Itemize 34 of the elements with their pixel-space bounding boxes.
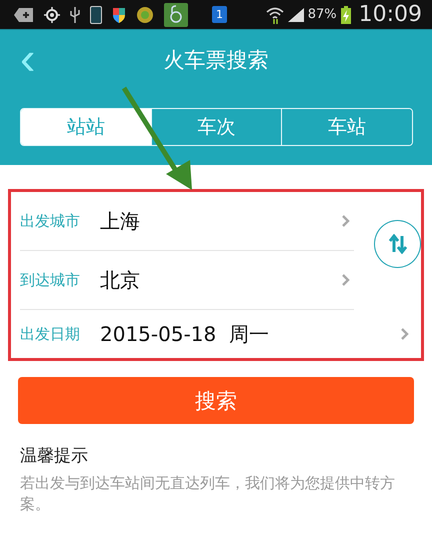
chevron-icon [342,274,350,286]
field-label: 出发城市 [20,212,81,230]
lock-icon [164,2,188,26]
add-icon [14,8,34,22]
page-title: 火车票搜索 [164,47,268,74]
back-button[interactable]: ‹ [16,36,40,80]
field-value: 北京 [100,266,141,294]
wifi-icon [266,6,284,24]
tab[interactable]: 站站 [21,109,151,145]
notification-badge: 1 [212,6,227,23]
battery-charging-icon [340,6,351,24]
app-icon [136,6,154,24]
clock: 10:09 [358,2,422,27]
tips-text: 若出发与到达车站间无直达列车，我们将为您提供中转方案。 [20,473,396,515]
battery-level: 87% [308,7,337,22]
swap-arrows-icon [388,234,408,254]
field-label: 到达城市 [20,270,81,290]
search-button[interactable]: 搜索 [18,377,414,424]
field-value: 上海 [100,208,141,234]
shield-icon [112,6,126,22]
field-label: 出发日期 [20,324,81,344]
chevron-icon [342,215,350,227]
field-value: 2015-05-18 周一 [100,320,270,348]
phone-icon [90,6,102,24]
usb-icon [70,6,80,22]
tab[interactable]: 车站 [281,109,412,145]
tips-title: 温馨提示 [20,445,89,467]
swap-button[interactable] [374,220,421,268]
form-row[interactable]: 出发城市 上海 [20,192,354,251]
location-icon [44,6,60,22]
chevron-icon [401,328,409,340]
form-row[interactable]: 到达城市 北京 [20,251,354,310]
signal-icon [288,8,304,22]
form-row[interactable]: 出发日期 2015-05-18 周一 [11,310,421,358]
